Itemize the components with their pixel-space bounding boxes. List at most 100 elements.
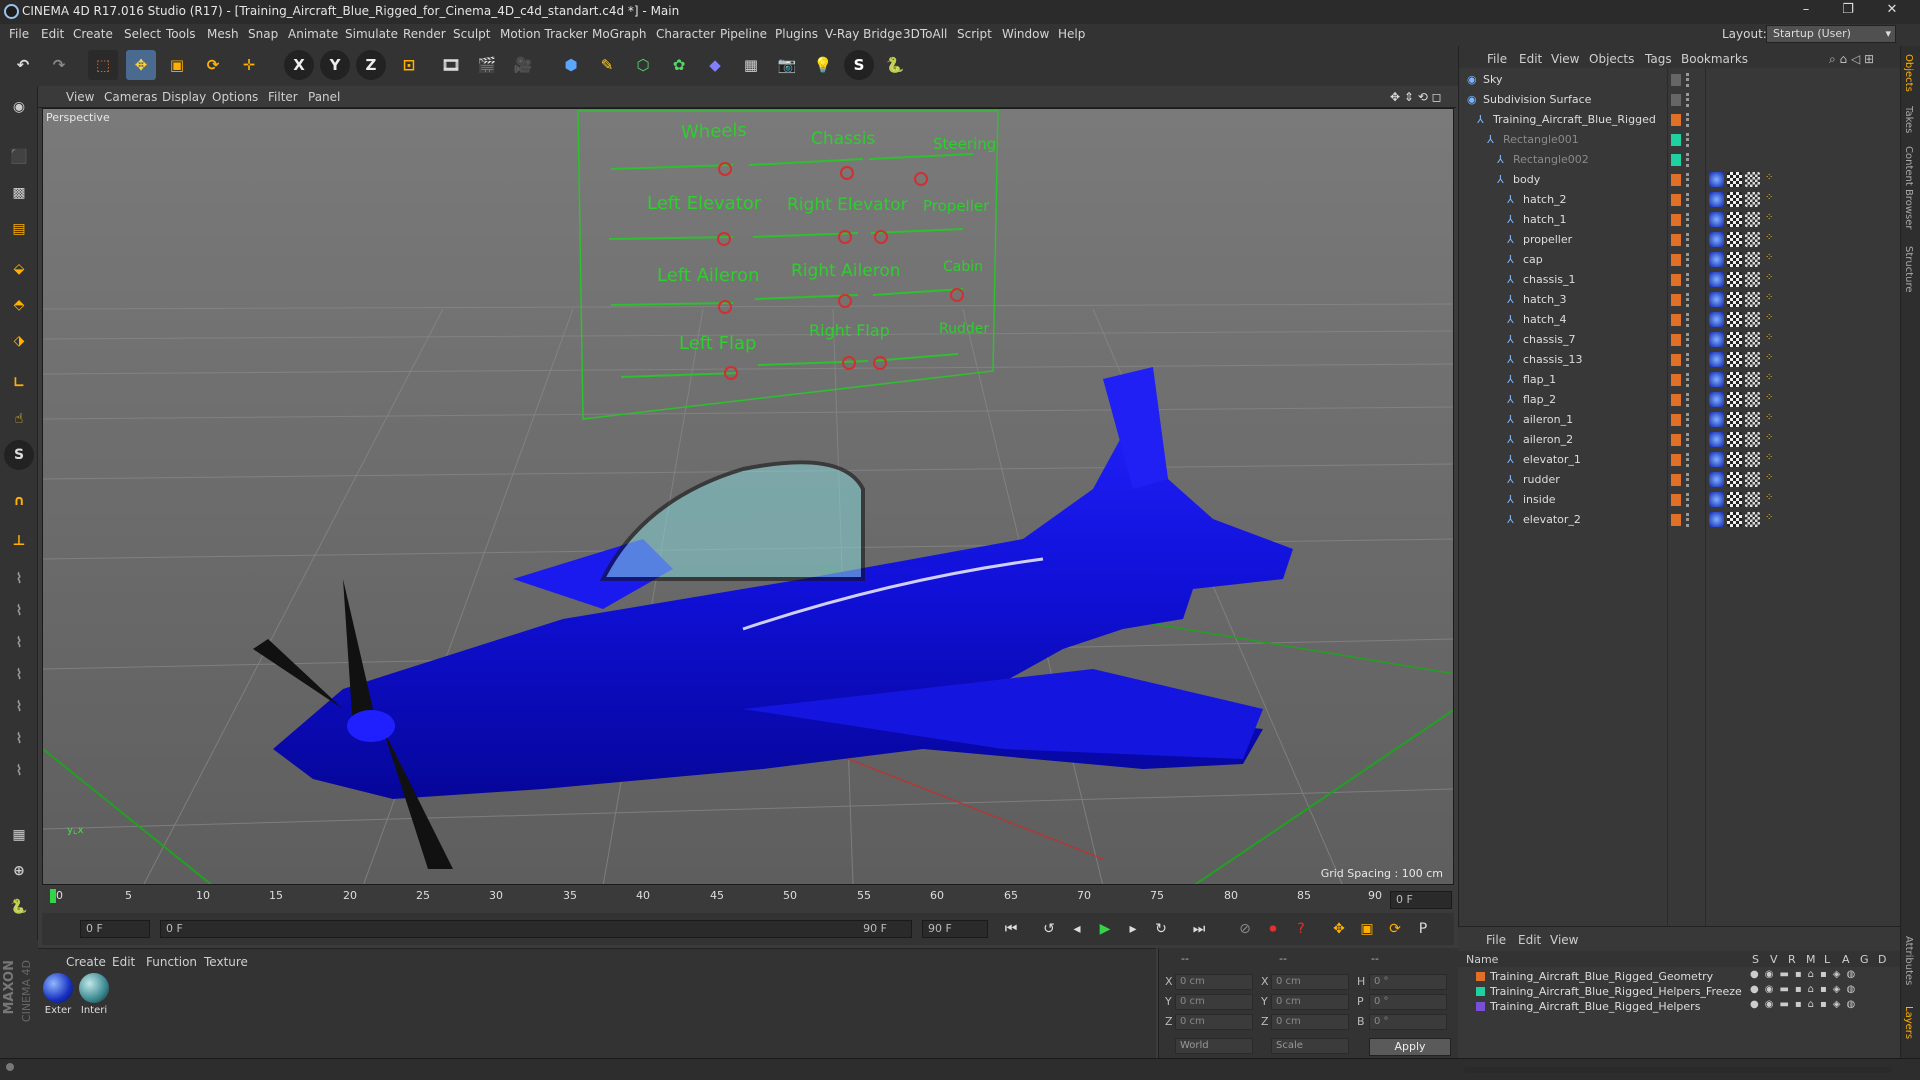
python-script-icon[interactable]: 🐍 — [4, 892, 34, 922]
layer-color-swatch[interactable] — [1671, 454, 1681, 466]
lm-menu-view[interactable]: View — [1550, 933, 1578, 947]
floor-scene-icon[interactable]: ▦ — [736, 50, 766, 80]
object-row[interactable]: ⅄ elevator_1 ⁘ — [1459, 450, 1901, 470]
sculpt-brush-6-icon[interactable]: ⌇ — [4, 724, 34, 754]
close-button[interactable]: ✕ — [1882, 2, 1902, 20]
texture-tag-icon[interactable] — [1745, 232, 1760, 247]
light-icon[interactable]: 💡 — [808, 50, 838, 80]
texture-tag-icon[interactable] — [1745, 212, 1760, 227]
viewport-menu-options[interactable]: Options — [212, 90, 258, 104]
sculpt-brush-2-icon[interactable]: ⌇ — [4, 596, 34, 626]
lm-menu-file[interactable]: File — [1486, 933, 1506, 947]
texture-tag-icon[interactable] — [1745, 292, 1760, 307]
position-x-field[interactable]: 0 cm — [1175, 974, 1253, 990]
render-picture-viewer-icon[interactable]: 🎬 — [472, 50, 502, 80]
record-motion-icon[interactable]: ⊘ — [1234, 918, 1256, 940]
visibility-dots-icon[interactable] — [1686, 153, 1692, 167]
material-tag-icon[interactable] — [1709, 292, 1724, 307]
object-row[interactable]: ⅄ aileron_2 ⁘ — [1459, 430, 1901, 450]
uvw-tag-icon[interactable] — [1727, 192, 1742, 207]
pose-morph-tag-icon[interactable]: ⁘ — [1765, 232, 1780, 247]
visibility-dots-icon[interactable] — [1686, 73, 1692, 87]
redo-icon[interactable]: ↷ — [44, 50, 74, 80]
layer-color-swatch[interactable] — [1671, 314, 1681, 326]
pose-morph-tag-icon[interactable]: ⁘ — [1765, 492, 1780, 507]
pose-morph-tag-icon[interactable]: ⁘ — [1765, 172, 1780, 187]
menu-mograph[interactable]: MoGraph — [592, 27, 647, 41]
menu-file[interactable]: File — [9, 27, 29, 41]
tab-layers[interactable]: Layers — [1903, 1006, 1914, 1039]
layer-color-swatch[interactable] — [1671, 214, 1681, 226]
pen-spline-icon[interactable]: ✎ — [592, 50, 622, 80]
uvw-tag-icon[interactable] — [1727, 372, 1742, 387]
key-parameter-icon[interactable]: P — [1412, 918, 1434, 940]
object-row[interactable]: ⅄ body ⁘ — [1459, 170, 1901, 190]
object-row[interactable]: ⅄ aileron_1 ⁘ — [1459, 410, 1901, 430]
object-row[interactable]: ⅄ propeller ⁘ — [1459, 230, 1901, 250]
visibility-dots-icon[interactable] — [1686, 433, 1692, 447]
menu-create[interactable]: Create — [73, 27, 113, 41]
previous-frame-icon[interactable]: ◂ — [1066, 918, 1088, 940]
material-tag-icon[interactable] — [1709, 352, 1724, 367]
layout-dropdown[interactable]: Startup (User) ▾ — [1766, 25, 1896, 43]
rotation-h-field[interactable]: 0 ° — [1369, 974, 1447, 990]
material-tag-icon[interactable] — [1709, 172, 1724, 187]
model-mode-icon[interactable]: ⬛ — [4, 142, 34, 172]
texture-tag-icon[interactable] — [1745, 272, 1760, 287]
material-tag-icon[interactable] — [1709, 312, 1724, 327]
uvw-tag-icon[interactable] — [1727, 232, 1742, 247]
cube-icon[interactable]: ⬢ — [556, 50, 586, 80]
edges-mode-icon[interactable]: ⬘ — [4, 290, 34, 320]
pose-morph-tag-icon[interactable]: ⁘ — [1765, 352, 1780, 367]
pose-morph-tag-icon[interactable]: ⁘ — [1765, 272, 1780, 287]
object-row[interactable]: ◉ Sky — [1459, 70, 1901, 90]
polygons-mode-icon[interactable]: ⬗ — [4, 326, 34, 356]
visibility-dots-icon[interactable] — [1686, 233, 1692, 247]
undo-icon[interactable]: ↶ — [8, 50, 38, 80]
pose-morph-tag-icon[interactable]: ⁘ — [1765, 332, 1780, 347]
viewport-menu-filter[interactable]: Filter — [268, 90, 298, 104]
sculpt-brush-5-icon[interactable]: ⌇ — [4, 692, 34, 722]
previous-key-icon[interactable]: ↺ — [1038, 918, 1060, 940]
menu-3dtoall[interactable]: 3DToAll — [903, 27, 947, 41]
viewport-menu-display[interactable]: Display — [162, 90, 206, 104]
material-menu-texture[interactable]: Texture — [204, 955, 248, 969]
om-menu-tags[interactable]: Tags — [1645, 52, 1672, 66]
visibility-dots-icon[interactable] — [1686, 413, 1692, 427]
material-tag-icon[interactable] — [1709, 272, 1724, 287]
visibility-dots-icon[interactable] — [1686, 333, 1692, 347]
object-row[interactable]: ⅄ flap_2 ⁘ — [1459, 390, 1901, 410]
texture-tag-icon[interactable] — [1745, 172, 1760, 187]
material-tag-icon[interactable] — [1709, 472, 1724, 487]
material-interior[interactable]: Interi — [78, 973, 110, 1021]
object-row[interactable]: ⅄ hatch_1 ⁘ — [1459, 210, 1901, 230]
axis-mode-icon[interactable]: ∟ — [4, 368, 34, 398]
visibility-dots-icon[interactable] — [1686, 193, 1692, 207]
go-to-end-icon[interactable]: ⏭ — [1188, 918, 1210, 940]
menu-help[interactable]: Help — [1058, 27, 1085, 41]
material-tag-icon[interactable] — [1709, 232, 1724, 247]
visibility-dots-icon[interactable] — [1686, 273, 1692, 287]
viewport-menu-view[interactable]: View — [66, 90, 94, 104]
position-y-field[interactable]: 0 cm — [1175, 994, 1253, 1010]
om-search-icon[interactable]: ⌕ ⌂ ◁ ⊞ — [1829, 52, 1874, 67]
uvw-tag-icon[interactable] — [1727, 292, 1742, 307]
size-y-field[interactable]: 0 cm — [1271, 994, 1349, 1010]
tweak-mode-icon[interactable]: ☝ — [4, 404, 34, 434]
menu-snap[interactable]: Snap — [248, 27, 278, 41]
menu-script[interactable]: Script — [957, 27, 992, 41]
menu-vray-bridge[interactable]: V-Ray Bridge — [825, 27, 902, 41]
om-menu-file[interactable]: File — [1487, 52, 1507, 66]
om-menu-edit[interactable]: Edit — [1519, 52, 1542, 66]
object-row[interactable]: ⅄ chassis_7 ⁘ — [1459, 330, 1901, 350]
layer-color-swatch[interactable] — [1671, 474, 1681, 486]
texture-tag-icon[interactable] — [1745, 372, 1760, 387]
viewport-nav-icons[interactable]: ✥ ⇕ ⟲ ◻ — [1390, 90, 1442, 104]
visibility-dots-icon[interactable] — [1686, 133, 1692, 147]
autokey-icon[interactable]: ? — [1290, 918, 1312, 940]
uvw-tag-icon[interactable] — [1727, 172, 1742, 187]
visibility-dots-icon[interactable] — [1686, 253, 1692, 267]
sketch-icon[interactable]: S — [844, 50, 874, 80]
coordinate-mode-dropdown[interactable]: World — [1175, 1038, 1253, 1054]
material-tag-icon[interactable] — [1709, 252, 1724, 267]
